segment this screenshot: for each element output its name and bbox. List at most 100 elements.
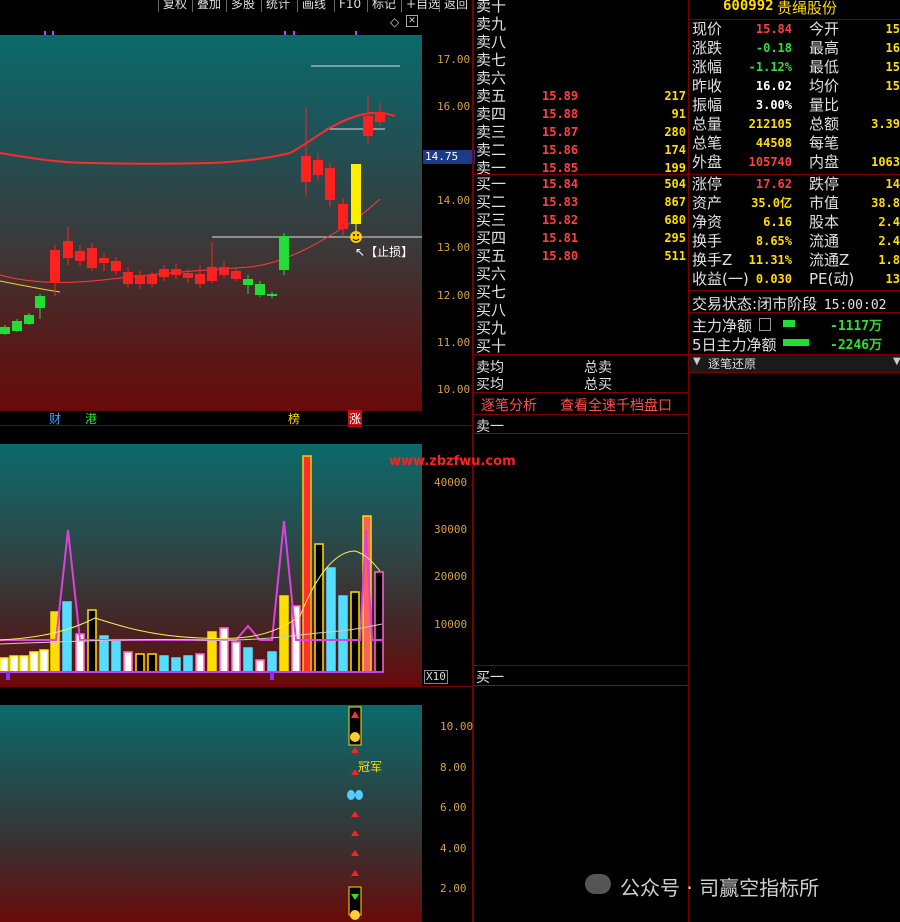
mark-button[interactable]: 标记	[367, 0, 401, 12]
candle-body	[171, 269, 181, 275]
kline-panel[interactable]: ◇ ✕ 17.00 16.00 14.75 14.00 13.00 12.00 …	[0, 13, 475, 427]
buy-row[interactable]: 买二 15.83 867	[476, 193, 688, 211]
volume-bar	[255, 659, 265, 673]
candle-body	[363, 116, 373, 136]
quote-label: 净资	[692, 213, 723, 231]
list-icon[interactable]	[759, 318, 771, 331]
volume-tick-10000: 10000	[434, 618, 468, 631]
candle-body	[267, 294, 277, 296]
sell-level-label: 卖八	[476, 33, 507, 51]
quote-label-right: 总额	[809, 115, 840, 133]
volume-bar	[0, 657, 9, 673]
volume-bar	[243, 647, 253, 673]
coin-icon-bottom	[350, 910, 360, 920]
buy-level-label: 买七	[476, 283, 507, 301]
f10-button[interactable]: F10	[334, 0, 366, 12]
buy-row[interactable]: 买六	[476, 265, 688, 283]
indicator-svg	[347, 706, 363, 920]
five-day-flow-value: -2246万	[830, 338, 883, 353]
quote-label-right: 流通	[809, 232, 840, 250]
stock-header: 600992 贵绳股份	[689, 0, 900, 19]
sell-row[interactable]: 卖七	[476, 51, 688, 69]
volume-panel[interactable]: www.zbzfwu.com 40000 30000 20000 10000 X…	[0, 426, 516, 686]
buy-level-label: 买三	[476, 211, 507, 229]
quote-row: 收益(一) 0.030 PE(动) 13	[692, 270, 900, 289]
volume-spike-line	[0, 520, 382, 641]
quote-row: 涨停 17.62 跌停 14	[692, 175, 900, 194]
sell-volume: 217	[664, 89, 686, 103]
statistics-button[interactable]: 统计	[261, 0, 295, 12]
trade-state: 交易状态:闭市阶段 15:00:02	[692, 293, 886, 314]
quote-value-right: 15	[885, 79, 900, 93]
overlay-button[interactable]: 叠加	[192, 0, 226, 12]
candle-body	[325, 168, 335, 200]
total-buy-label: 总买	[584, 377, 612, 393]
buy-row[interactable]: 买一 15.84 504	[476, 175, 688, 193]
tab-view-full-depth[interactable]: 查看全速千档盘口	[560, 395, 672, 415]
volume-bar	[135, 653, 145, 673]
stock-name: 贵绳股份	[777, 0, 838, 17]
candle-body	[111, 261, 121, 271]
add-watchlist-button[interactable]: +自选	[401, 0, 445, 12]
buy-row[interactable]: 买十	[476, 337, 688, 355]
tab-tick-analysis[interactable]: 逐笔分析	[481, 395, 537, 415]
filter-icon[interactable]: ▼	[893, 356, 900, 367]
chevron-down-icon[interactable]: ▼	[693, 356, 701, 367]
multi-stock-button[interactable]: 多股	[226, 0, 260, 12]
quote-row: 总量 212105 总额 3.39	[692, 115, 900, 134]
back-button[interactable]: 返回	[439, 0, 473, 12]
buy-row[interactable]: 买九	[476, 319, 688, 337]
quote-label-right: 每笔	[809, 134, 840, 152]
buy-level-label: 买五	[476, 247, 507, 265]
volume-bar	[111, 639, 121, 673]
kline-tick-17: 17.00	[437, 53, 471, 66]
quote-value: -1.12%	[748, 60, 792, 74]
buy-row[interactable]: 买三 15.82 680	[476, 211, 688, 229]
buy-row[interactable]: 买五 15.80 511	[476, 247, 688, 265]
candle-body	[0, 327, 10, 334]
buy-price: 15.84	[542, 177, 579, 191]
order-book: 卖十 卖九 卖八 卖七 卖六 卖五 15.89 217 卖四 15.88 91 卖三 15.87 280 卖…	[474, 0, 688, 922]
sell-level-label: 卖六	[476, 69, 507, 87]
quote-row: 外盘 105740 内盘 1063	[692, 153, 900, 172]
quote-row: 现价 15.84 今开 15	[692, 20, 900, 39]
sell-row[interactable]: 卖十	[476, 0, 688, 15]
tick-restore-bar[interactable]: ▼ 逐笔还原 ▼	[689, 354, 900, 373]
buy-level-label: 买八	[476, 301, 507, 319]
avg-buy-label: 买均	[476, 377, 504, 393]
sell-price: 15.89	[542, 89, 579, 103]
sell-row[interactable]: 卖六	[476, 69, 688, 87]
candle-body	[147, 275, 157, 284]
candle-body	[243, 279, 253, 285]
sell-row[interactable]: 卖九	[476, 15, 688, 33]
sell-row[interactable]: 卖四 15.88 91	[476, 105, 688, 123]
quote-label-right: 最低	[809, 58, 840, 76]
volume-bar	[39, 649, 49, 673]
restore-rights-button[interactable]: 复权	[158, 0, 192, 12]
quote-label: 涨跌	[692, 39, 723, 57]
candle-body	[279, 236, 289, 270]
stop-loss-label: ↖【止损】	[355, 245, 414, 259]
sell-row[interactable]: 卖三 15.87 280	[476, 123, 688, 141]
draw-line-button[interactable]: 画线	[297, 0, 331, 12]
kline-tick-14: 14.00	[437, 194, 471, 207]
volume-bar	[195, 653, 205, 673]
quote-label-right: 最高	[809, 39, 840, 57]
quote-row: 换手Z 11.31% 流通Z 1.8	[692, 251, 900, 270]
sell-row[interactable]: 卖二 15.86 174	[476, 141, 688, 159]
buy-row[interactable]: 买四 15.81 295	[476, 229, 688, 247]
buy-row[interactable]: 买七	[476, 283, 688, 301]
buy-price: 15.80	[542, 249, 579, 263]
candle-body	[338, 204, 348, 229]
volume-bar	[29, 651, 39, 673]
candle-body	[375, 112, 385, 122]
quote-value-right: 38.8	[871, 196, 900, 210]
indicator-panel[interactable]: 冠军 10.00 8.00 6.00 4.00 2.00	[0, 687, 473, 922]
sell-row[interactable]: 卖五 15.89 217	[476, 87, 688, 105]
sell-row[interactable]: 卖八	[476, 33, 688, 51]
quote-value: 35.0亿	[751, 196, 792, 210]
buy-row[interactable]: 买八	[476, 301, 688, 319]
quote-value: 11.31%	[748, 253, 792, 267]
quote-value: 105740	[748, 155, 792, 169]
quote-value-right: 14	[885, 177, 900, 191]
